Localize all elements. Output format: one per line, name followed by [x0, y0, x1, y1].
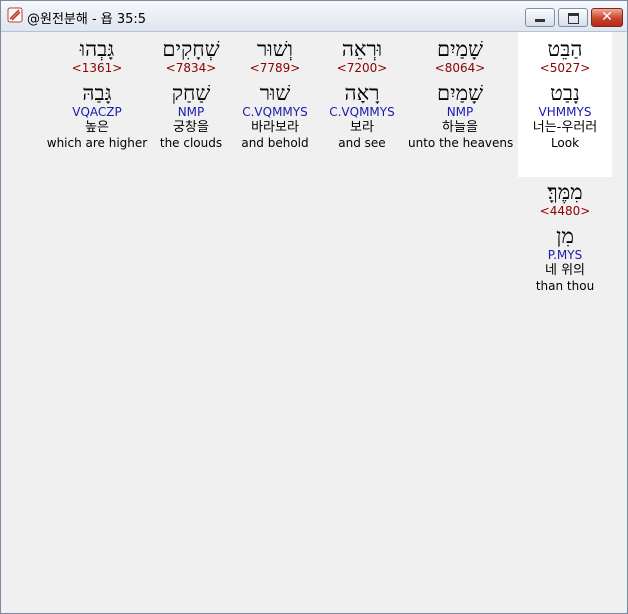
english-gloss: and see [338, 136, 386, 150]
lemma-word: שָׁמַיִם [437, 81, 483, 105]
lemma-word: שׁוּר [259, 81, 291, 105]
app-scroll-icon [7, 7, 23, 23]
strong-number[interactable]: <5027> [518, 61, 612, 75]
parsing-code: C.VQMMYS [329, 105, 395, 119]
word-column[interactable]: גָּבְהוּ <1361> גָּבַהּ VQACZP 높은 which … [46, 32, 148, 177]
english-gloss: Look [550, 136, 580, 150]
korean-gloss: 네 위의 [544, 263, 585, 278]
parsing-code: NMP [446, 105, 474, 119]
hebrew-word: וְשׁוּר [257, 37, 293, 61]
hebrew-word: שָׁמַיִם [437, 37, 483, 61]
word-column[interactable]: שְׁחָקִים <7834> שַׁחַק NMP 궁창을 the clou… [152, 32, 230, 177]
parsing-code: P.MYS [547, 248, 583, 262]
lemma-word: נָבַט [550, 81, 580, 105]
hebrew-word: הַבֵּט [547, 37, 583, 61]
english-gloss: unto the heavens [408, 136, 514, 150]
korean-gloss: 높은 [85, 120, 109, 135]
parsing-code: VHMMYS [538, 105, 592, 119]
hebrew-word: מִמֶּךָּ׃ [547, 180, 583, 204]
word-column[interactable]: מִמֶּךָּ׃ <4480> מִן P.MYS 네 위의 than tho… [518, 175, 612, 320]
english-gloss: the clouds [159, 136, 223, 150]
parsing-code: NMP [177, 105, 205, 119]
app-window: @원전분해 - 욥 35:5 ✕ הַבֵּט <5027> נָבַט VHM… [0, 0, 628, 614]
strong-number[interactable]: <1361> [46, 61, 148, 75]
word-analysis-panel: הַבֵּט <5027> נָבַט VHMMYS 너는-우러러 Look ש… [6, 32, 623, 608]
lemma-word: גָּבַהּ [82, 81, 112, 105]
korean-gloss: 하늘을 [442, 120, 478, 135]
lemma-word: מִן [556, 224, 574, 248]
maximize-button[interactable] [558, 8, 588, 27]
korean-gloss: 보라 [350, 120, 374, 135]
word-column[interactable]: וּרְאֵה <7200> רָאָה C.VQMMYS 보라 and see [320, 32, 404, 177]
korean-gloss: 바라보라 [251, 120, 299, 135]
english-gloss: than thou [535, 279, 595, 293]
close-button[interactable]: ✕ [591, 8, 623, 27]
word-column[interactable]: הַבֵּט <5027> נָבַט VHMMYS 너는-우러러 Look [518, 32, 612, 177]
strong-number[interactable]: <7200> [320, 61, 404, 75]
strong-number[interactable]: <4480> [518, 204, 612, 218]
lemma-word: רָאָה [344, 81, 380, 105]
parsing-code: C.VQMMYS [242, 105, 308, 119]
strong-number[interactable]: <8064> [408, 61, 512, 75]
word-column[interactable]: שָׁמַיִם <8064> שָׁמַיִם NMP 하늘을 unto th… [408, 32, 514, 177]
minimize-icon [535, 19, 545, 22]
parsing-code: VQACZP [72, 105, 122, 119]
lemma-word: שַׁחַק [171, 81, 211, 105]
window-title: @원전분해 - 욥 35:5 [27, 12, 147, 27]
strong-number[interactable]: <7834> [152, 61, 230, 75]
english-gloss: which are higher [46, 136, 148, 150]
minimize-button[interactable] [525, 8, 555, 27]
word-column[interactable]: וְשׁוּר <7789> שׁוּר C.VQMMYS 바라보라 and b… [233, 32, 317, 177]
maximize-icon [568, 13, 579, 24]
strong-number[interactable]: <7789> [233, 61, 317, 75]
close-icon: ✕ [601, 9, 613, 25]
korean-gloss: 너는-우러러 [532, 120, 598, 135]
hebrew-word: שְׁחָקִים [162, 37, 220, 61]
english-gloss: and behold [241, 136, 309, 150]
title-bar[interactable]: @원전분해 - 욥 35:5 ✕ [1, 1, 627, 32]
hebrew-word: וּרְאֵה [341, 37, 383, 61]
hebrew-word: גָּבְהוּ [79, 37, 115, 61]
korean-gloss: 궁창을 [173, 120, 209, 135]
